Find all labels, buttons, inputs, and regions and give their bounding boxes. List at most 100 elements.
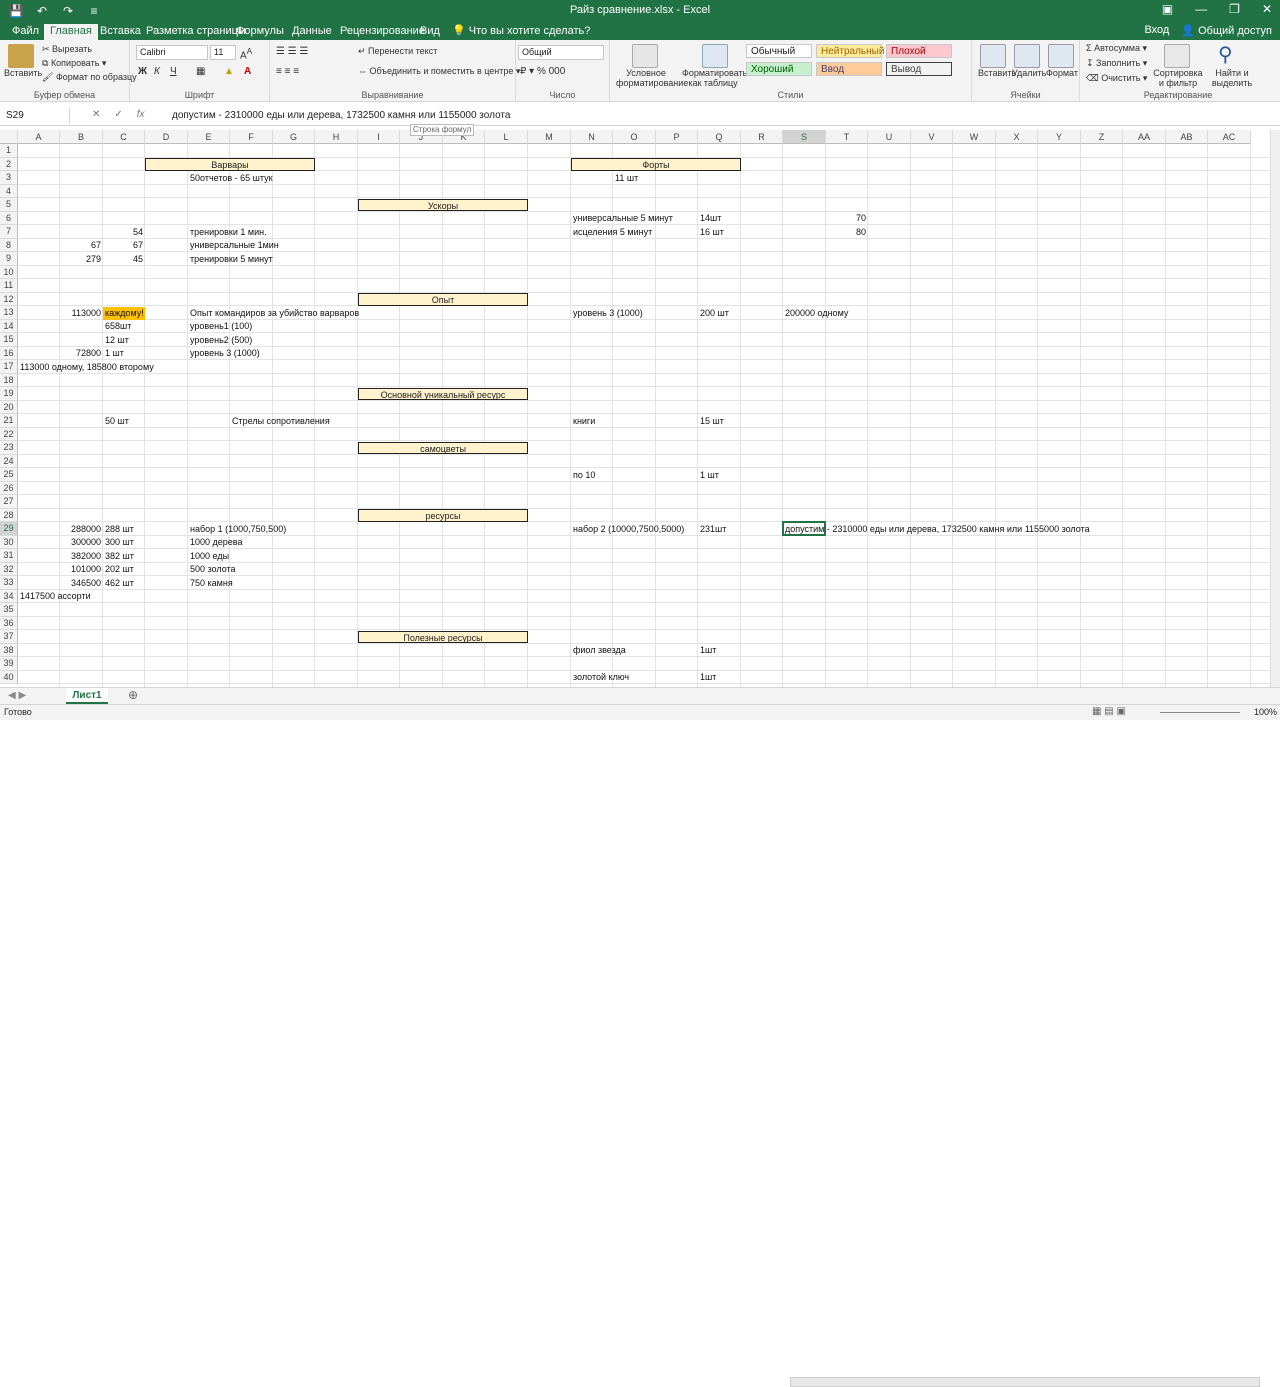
formula-input[interactable]: допустим - 2310000 еды или дерева, 17325… [172, 110, 510, 121]
section-header-speedups[interactable]: Ускоры [358, 198, 528, 211]
row-header[interactable]: 20 [0, 400, 18, 414]
close-icon[interactable]: ✕ [1262, 2, 1272, 16]
add-sheet-icon[interactable]: ⊕ [128, 688, 138, 702]
paste-icon[interactable] [8, 44, 34, 68]
row-header[interactable]: 26 [0, 481, 18, 495]
cell-t6[interactable]: 70 [826, 212, 868, 225]
tab-data[interactable]: Данные [286, 24, 338, 40]
cell-e14[interactable]: уровень1 (100) [188, 320, 254, 333]
cell-b30[interactable]: 300000 [60, 536, 103, 549]
cell-e15[interactable]: уровень2 (500) [188, 334, 254, 347]
clear-button[interactable]: ⌫ Очистить ▾ [1086, 73, 1147, 84]
insert-function-icon[interactable]: fx [137, 109, 145, 120]
row-header[interactable]: 1 [0, 144, 18, 158]
cell-e7[interactable]: тренировки 1 мин. [188, 226, 269, 239]
format-table-icon[interactable] [702, 44, 728, 68]
row-header[interactable]: 35 [0, 603, 18, 617]
merge-center-button[interactable]: ⇔ Объединить и поместить в центре ▾ [358, 66, 520, 77]
copy-button[interactable]: ⧉ Копировать ▾ [42, 58, 106, 69]
column-header[interactable]: T [826, 130, 868, 144]
section-header-unique[interactable]: Основной уникальный ресурс [358, 387, 528, 400]
cell-e16[interactable]: уровень 3 (1000) [188, 347, 262, 360]
column-header[interactable]: AB [1166, 130, 1208, 144]
underline-icon[interactable]: Ч [170, 66, 177, 77]
cell-n40[interactable]: золотой ключ [571, 671, 631, 684]
column-header[interactable]: R [741, 130, 783, 144]
ribbon-display-icon[interactable]: ▣ [1162, 2, 1173, 16]
signin-link[interactable]: Вход [1144, 24, 1169, 37]
align-top-icon[interactable]: ☰ ☰ ☰ [276, 46, 308, 57]
column-header[interactable]: L [485, 130, 528, 144]
section-header-useful[interactable]: Полезные ресурсы [358, 630, 528, 643]
sheet-nav-icon[interactable]: ◀ ▶ [8, 690, 26, 701]
cell-b16[interactable]: 72800 [60, 347, 103, 360]
fill-button[interactable]: ↧ Заполнить ▾ [1086, 58, 1147, 69]
sort-filter-button[interactable]: Сортировка и фильтр [1150, 68, 1206, 88]
column-header[interactable]: M [528, 130, 571, 144]
view-buttons[interactable]: ▦ ▤ ▣ [1092, 706, 1126, 717]
format-painter-button[interactable]: 🖌 Формат по образцу [42, 72, 137, 83]
style-good[interactable]: Хороший [746, 62, 812, 76]
row-header[interactable]: 30 [0, 535, 18, 549]
sort-filter-icon[interactable] [1164, 44, 1190, 68]
row-header[interactable]: 13 [0, 306, 18, 320]
column-header[interactable]: F [230, 130, 273, 144]
row-header[interactable]: 27 [0, 495, 18, 509]
row-header[interactable]: 9 [0, 252, 18, 266]
column-header[interactable]: G [273, 130, 315, 144]
format-table-button[interactable]: Форматировать как таблицу [682, 68, 747, 88]
style-bad[interactable]: Плохой [886, 44, 952, 58]
row-header[interactable]: 7 [0, 225, 18, 239]
tab-formulas[interactable]: Формулы [230, 24, 290, 40]
row-header[interactable]: 3 [0, 171, 18, 185]
italic-icon[interactable]: К [154, 66, 160, 77]
row-header[interactable]: 19 [0, 387, 18, 401]
row-header[interactable]: 12 [0, 292, 18, 306]
tell-me-box[interactable]: 💡 Что вы хотите сделать? [446, 24, 596, 40]
cell-n38[interactable]: фиол звезда [571, 644, 628, 657]
borders-icon[interactable]: ▦ [196, 66, 205, 77]
column-header[interactable]: O [613, 130, 656, 144]
style-neutral[interactable]: Нейтральный [816, 44, 884, 58]
delete-cells-icon[interactable] [1014, 44, 1040, 68]
column-header[interactable]: C [103, 130, 145, 144]
column-header[interactable]: P [656, 130, 698, 144]
conditional-format-button[interactable]: Условное форматирование [616, 68, 688, 88]
column-header[interactable]: U [868, 130, 911, 144]
row-header[interactable]: 11 [0, 279, 18, 293]
cell-e29[interactable]: набор 1 (1000,750,500) [188, 523, 288, 536]
conditional-format-icon[interactable] [632, 44, 658, 68]
insert-cells-button[interactable]: Вставить [978, 68, 1016, 78]
column-header[interactable]: AC [1208, 130, 1251, 144]
cell-q6[interactable]: 14шт [698, 212, 723, 225]
row-header[interactable]: 5 [0, 198, 18, 212]
cell-e13[interactable]: Опыт командиров за убийство варваров [188, 307, 361, 320]
cell-f21[interactable]: Стрелы сопротивления [230, 415, 332, 428]
column-header[interactable]: D [145, 130, 188, 144]
style-output[interactable]: Вывод [886, 62, 952, 76]
cell-s13[interactable]: 200000 одному [783, 307, 850, 320]
row-header[interactable]: 38 [0, 643, 18, 657]
cell-a17[interactable]: 113000 одному, 185800 второму [18, 361, 156, 374]
share-button[interactable]: 👤 Общий доступ [1181, 24, 1272, 37]
cell-a34[interactable]: 1417500 ассорти [18, 590, 93, 603]
cell-n21[interactable]: книги [571, 415, 597, 428]
cell-c32[interactable]: 202 шт [103, 563, 136, 576]
cell-n29[interactable]: набор 2 (10000,7500,5000) [571, 523, 686, 536]
delete-cells-button[interactable]: Удалить [1012, 68, 1046, 78]
column-header[interactable]: I [358, 130, 400, 144]
row-header[interactable]: 28 [0, 508, 18, 522]
row-header[interactable]: 22 [0, 427, 18, 441]
column-header[interactable]: S [783, 130, 826, 144]
cell-c13[interactable]: каждому! [103, 306, 145, 320]
cell-q29[interactable]: 231шт [698, 523, 728, 536]
column-header[interactable]: V [911, 130, 953, 144]
cell-b31[interactable]: 382000 [60, 550, 103, 563]
zoom-level[interactable]: 100% [1254, 707, 1277, 717]
style-input[interactable]: Ввод [816, 62, 882, 76]
cell-c21[interactable]: 50 шт [103, 415, 131, 428]
percent-icon[interactable]: ₽ ▾ % 000 [520, 66, 565, 77]
row-header[interactable]: 4 [0, 184, 18, 198]
cell-c9[interactable]: 45 [103, 253, 145, 266]
row-header[interactable]: 24 [0, 454, 18, 468]
